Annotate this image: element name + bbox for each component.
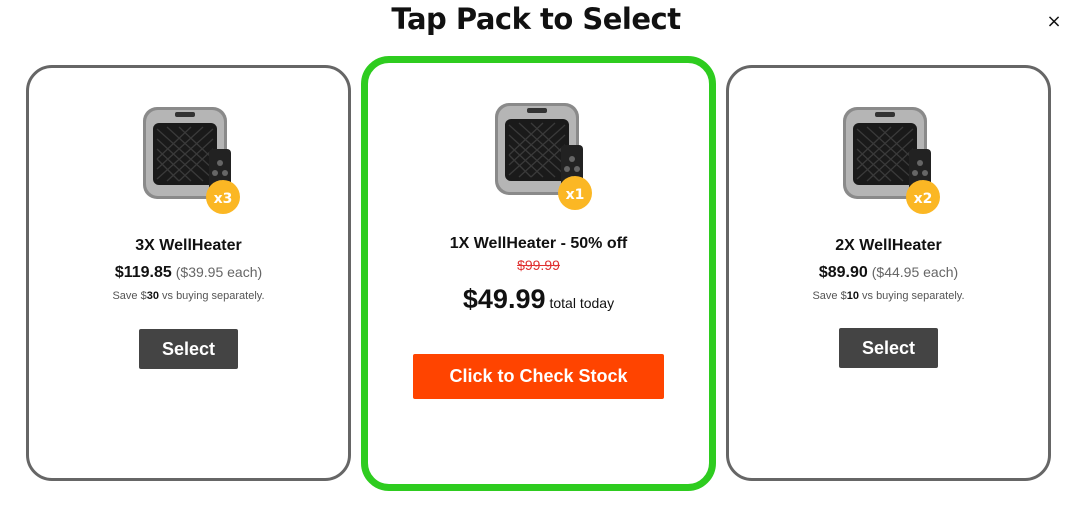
savings-prefix: Save $ — [812, 290, 847, 302]
pack-card-3x[interactable]: x3 3X WellHeater $119.85 ($39.95 each) Sa… — [26, 65, 351, 481]
savings-note: Save $30 vs buying separately. — [29, 290, 348, 302]
select-button-2x[interactable]: Select — [839, 328, 938, 368]
select-button-3x[interactable]: Select — [139, 329, 238, 369]
pack-name: 1X WellHeater - 50% off — [449, 235, 628, 252]
pack-badge: x2 — [914, 191, 933, 207]
pack-badge: x3 — [214, 191, 233, 207]
heater-product-image: x1 — [495, 103, 592, 210]
savings-note: Save $10 vs buying separately. — [729, 290, 1048, 302]
pack-name: 3X WellHeater — [135, 237, 242, 254]
page-title: Tap Pack to Select — [391, 2, 681, 36]
savings-suffix: vs buying separately. — [158, 290, 265, 302]
heater-product-image: x3 — [143, 107, 240, 214]
pack-card-1x[interactable]: x1 1X WellHeater - 50% off $99.99 $49.99… — [361, 56, 716, 491]
savings-amount: 10 — [846, 290, 859, 302]
sale-price: $49.99 — [462, 284, 546, 314]
per-unit-price: ($44.95 each) — [871, 264, 959, 280]
price-line: $119.85 ($39.95 each) — [29, 264, 348, 282]
pack-name: 2X WellHeater — [835, 237, 942, 254]
savings-prefix: Save $ — [112, 290, 147, 302]
pack-card-2x[interactable]: x2 2X WellHeater $89.90 ($44.95 each) Sav… — [726, 65, 1051, 481]
pack-price: $119.85 — [114, 264, 172, 281]
check-stock-button[interactable]: Click to Check Stock — [413, 354, 664, 399]
per-unit-price: ($39.95 each) — [175, 264, 263, 280]
savings-amount: 30 — [146, 290, 159, 302]
close-icon[interactable]: × — [1044, 12, 1064, 32]
pack-badge: x1 — [566, 187, 585, 203]
price-note: total today — [549, 295, 615, 311]
pack-price: $89.90 — [818, 264, 868, 281]
price-line: $89.90 ($44.95 each) — [729, 264, 1048, 282]
sale-price-line: $49.99 total today — [368, 284, 709, 315]
original-price: $99.99 — [517, 257, 560, 273]
savings-suffix: vs buying separately. — [858, 290, 965, 302]
heater-product-image: x2 — [843, 107, 940, 214]
